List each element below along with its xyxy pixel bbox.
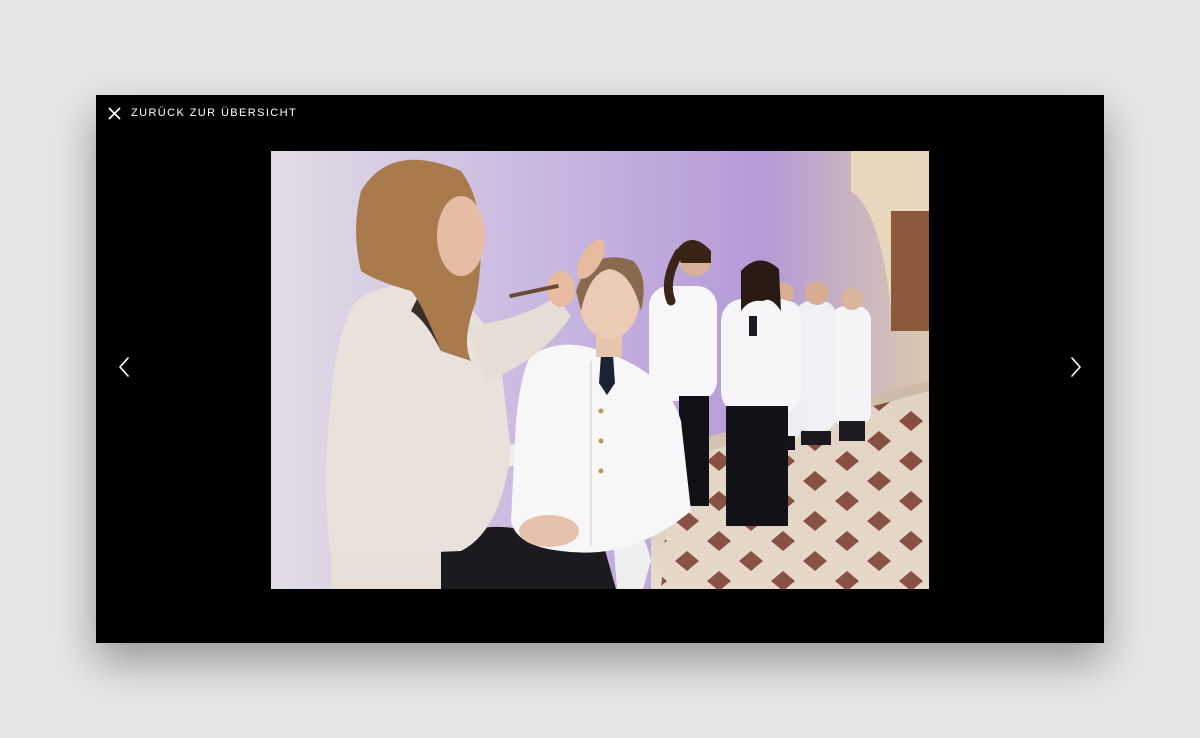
lightbox: ZURÜCK ZUR ÜBERSICHT: [96, 95, 1104, 643]
chevron-right-icon: [1070, 356, 1082, 383]
next-image-button[interactable]: [1066, 355, 1086, 383]
gallery-photo: [271, 151, 929, 589]
previous-image-button[interactable]: [114, 355, 134, 383]
back-to-overview-link[interactable]: ZURÜCK ZUR ÜBERSICHT: [108, 105, 297, 121]
close-icon[interactable]: [108, 107, 121, 120]
chevron-left-icon: [118, 356, 130, 383]
back-to-overview-label: ZURÜCK ZUR ÜBERSICHT: [131, 107, 298, 119]
